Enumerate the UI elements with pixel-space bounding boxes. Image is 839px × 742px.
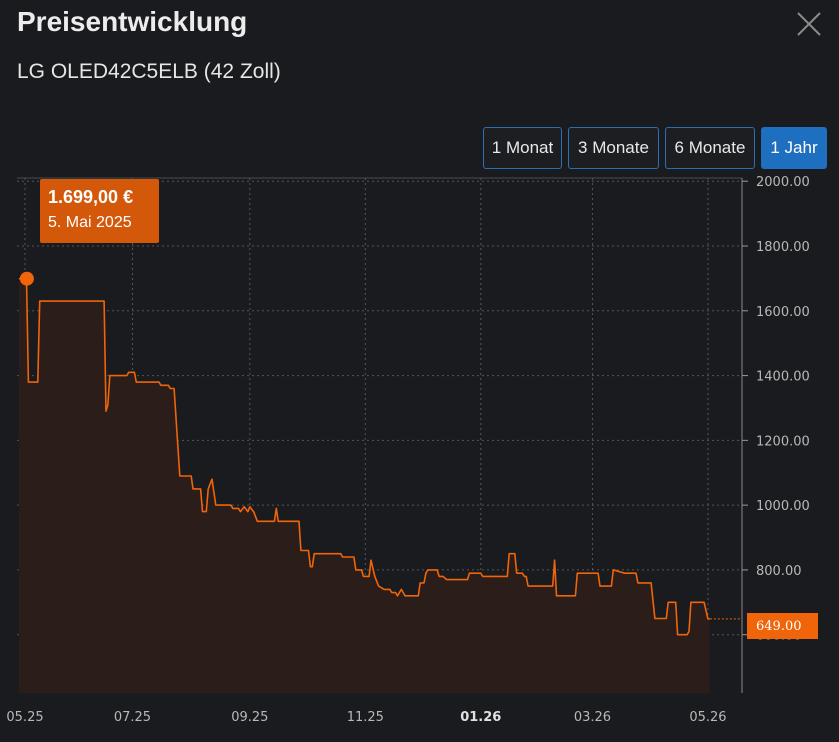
y-tick-label: 1000.00: [756, 499, 810, 514]
x-tick-label: 07.25: [114, 710, 151, 725]
tooltip-price: 1.699,00 €: [48, 187, 134, 207]
price-marker: [19, 271, 34, 286]
x-tick-label: 03.26: [574, 710, 611, 725]
y-tick-label: 800.00: [756, 564, 802, 579]
y-tick-label: 1600.00: [756, 305, 810, 320]
x-tick-label: 09.25: [231, 710, 268, 725]
tooltip-date: 5. Mai 2025: [48, 214, 132, 231]
price-area: [18, 278, 710, 693]
y-tick-label: 2000.00: [756, 175, 810, 190]
y-tick-label: 1400.00: [756, 370, 810, 385]
y-tick-label: 1800.00: [756, 240, 810, 255]
last-price-label: 649.00: [747, 613, 818, 639]
x-tick-label: 11.25: [347, 710, 384, 725]
x-tick-label: 05.26: [689, 710, 726, 725]
price-tooltip: 1.699,00 € 5. Mai 2025: [40, 179, 159, 243]
x-tick-label: 01.26: [460, 710, 501, 725]
price-chart: 2000.00 1800.00 1600.00 1400.00 1200.00 1000.…: [6, 175, 810, 725]
x-tick-label: 05.25: [6, 710, 43, 725]
y-tick-label: 1200.00: [756, 434, 810, 449]
